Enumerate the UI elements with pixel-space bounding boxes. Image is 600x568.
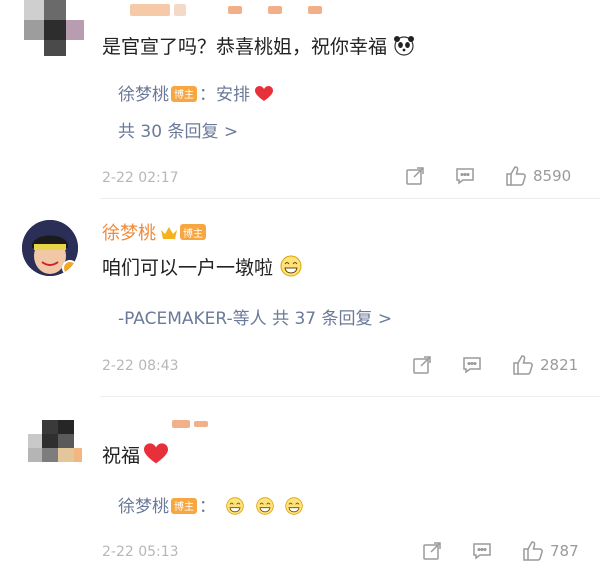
reply-separator: ： bbox=[199, 85, 216, 105]
like-count: 2821 bbox=[540, 356, 579, 374]
like-icon[interactable] bbox=[512, 355, 533, 375]
reply-author[interactable]: 徐梦桃 bbox=[118, 497, 169, 517]
crown-icon bbox=[160, 225, 178, 239]
divider bbox=[100, 198, 600, 199]
reply-text: 安排 bbox=[216, 85, 250, 105]
heart-emoji bbox=[144, 443, 169, 465]
share-icon[interactable] bbox=[422, 541, 442, 561]
like-count: 8590 bbox=[533, 167, 572, 185]
avatar-pixelated[interactable] bbox=[28, 420, 88, 480]
grin-emoji bbox=[284, 496, 304, 516]
comment-actions: 8590 bbox=[405, 166, 571, 186]
author-name[interactable]: 徐梦桃 bbox=[102, 219, 156, 245]
comment-1: 是官宣了吗？恭喜桃姐，祝你幸福 徐梦桃 博主 ：安排 共 30 条回复 > 2-22… bbox=[0, 0, 600, 196]
timestamp: 2-22 08:43 bbox=[102, 358, 179, 374]
comment-text-content: 咱们可以一户一墩啦 bbox=[102, 256, 274, 279]
comment-icon[interactable] bbox=[462, 355, 482, 375]
comment-text: 咱们可以一户一墩啦 bbox=[102, 252, 303, 280]
reply-author[interactable]: 徐梦桃 bbox=[118, 85, 169, 105]
share-icon[interactable] bbox=[405, 166, 425, 186]
comment-3: 祝福 徐梦桃 博主： 2-22 05:13 787 bbox=[0, 398, 600, 568]
grin-emoji bbox=[225, 496, 245, 516]
timestamp: 2-22 05:13 bbox=[102, 544, 179, 560]
avatar-pixelated[interactable] bbox=[24, 0, 84, 60]
comment-actions: 2821 bbox=[412, 355, 578, 375]
comment-text-content: 祝福 bbox=[102, 444, 141, 467]
avatar-photo[interactable] bbox=[22, 220, 78, 276]
view-replies-link[interactable]: 共 30 条回复 > bbox=[118, 117, 238, 142]
grin-emoji bbox=[279, 254, 303, 278]
reply-separator: ： bbox=[199, 497, 216, 517]
like-icon[interactable] bbox=[522, 541, 543, 561]
view-replies-link[interactable]: -PACEMAKER-等人 共 37 条回复 > bbox=[118, 304, 392, 329]
verified-icon bbox=[62, 260, 78, 276]
blurred-username[interactable] bbox=[130, 4, 322, 16]
like-icon[interactable] bbox=[505, 166, 526, 186]
blurred-username[interactable] bbox=[172, 420, 208, 428]
heart-emoji bbox=[255, 86, 274, 102]
grin-emoji bbox=[255, 496, 275, 516]
divider bbox=[100, 396, 600, 397]
author-badge: 博主 bbox=[171, 85, 197, 102]
comment-text: 祝福 bbox=[102, 440, 169, 468]
comment-text: 是官宣了吗？恭喜桃姐，祝你幸福 bbox=[102, 32, 415, 58]
comment-2: 徐梦桃 博主 咱们可以一户一墩啦 -PACEMAKER-等人 共 37 条回复 … bbox=[0, 200, 600, 394]
comment-actions: 787 bbox=[422, 541, 579, 561]
comment-icon[interactable] bbox=[455, 166, 475, 186]
reply-preview[interactable]: 徐梦桃 博主： bbox=[118, 492, 304, 517]
author-badge: 博主 bbox=[180, 224, 206, 240]
author-badge: 博主 bbox=[171, 497, 197, 514]
panda-emoji bbox=[393, 34, 415, 56]
comment-icon[interactable] bbox=[472, 541, 492, 561]
comment-text-content: 是官宣了吗？恭喜桃姐，祝你幸福 bbox=[102, 35, 388, 58]
share-icon[interactable] bbox=[412, 355, 432, 375]
like-count: 787 bbox=[550, 542, 579, 560]
reply-preview[interactable]: 徐梦桃 博主 ：安排 bbox=[118, 80, 274, 105]
timestamp: 2-22 02:17 bbox=[102, 170, 179, 186]
author-row: 徐梦桃 博主 bbox=[102, 220, 208, 244]
